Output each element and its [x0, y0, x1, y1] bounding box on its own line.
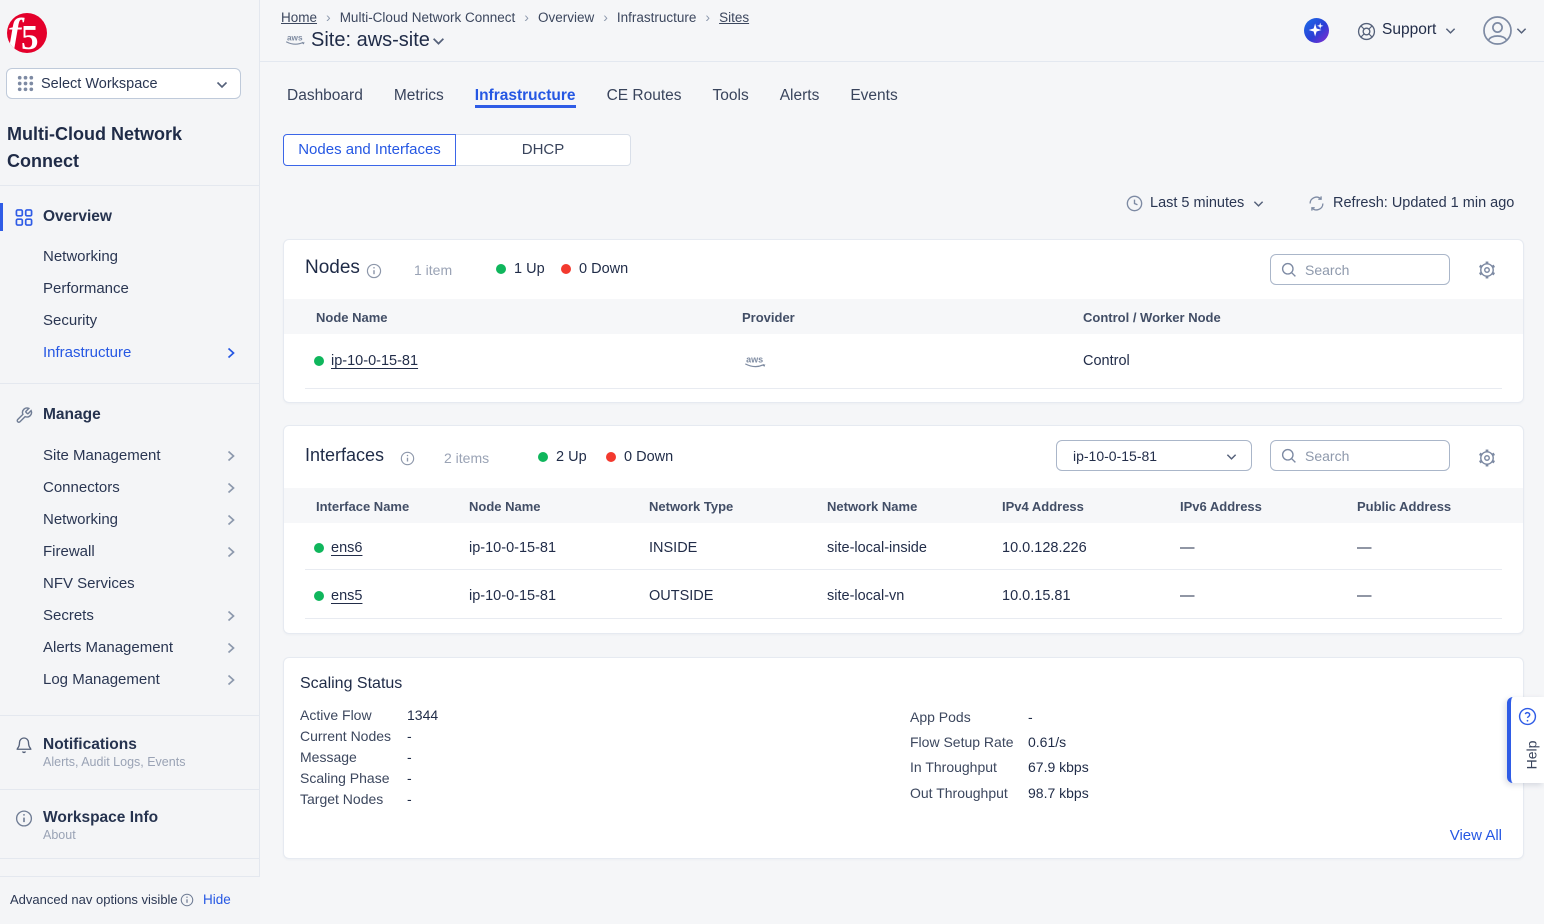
svg-text:5: 5: [21, 18, 39, 53]
svg-text:aws: aws: [746, 354, 763, 364]
svg-text:aws: aws: [287, 33, 303, 42]
